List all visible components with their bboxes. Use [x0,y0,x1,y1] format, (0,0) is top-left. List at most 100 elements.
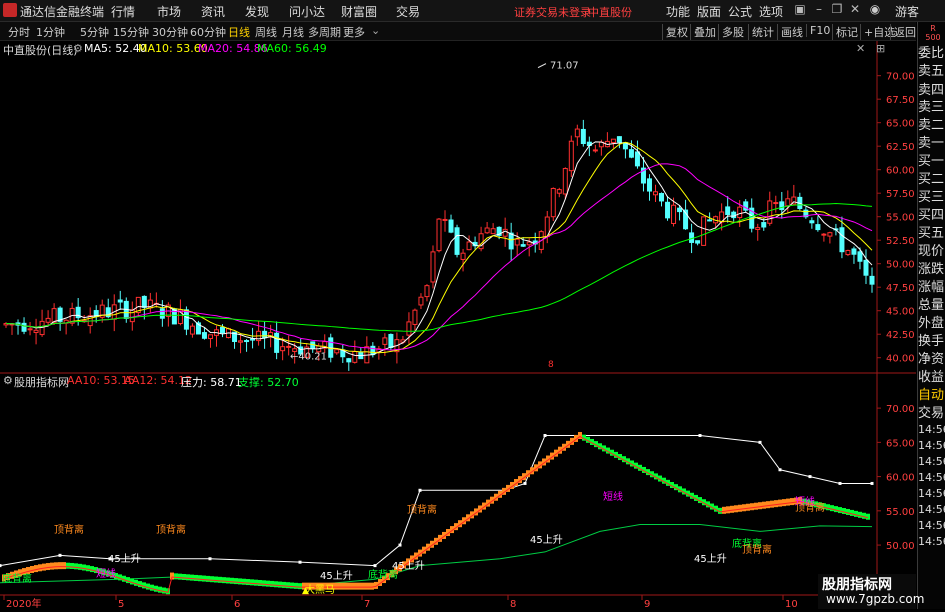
tool-back[interactable]: 返回 [890,24,916,40]
period-weekly[interactable]: 周线 [255,24,277,40]
menu-item-quotes[interactable]: 行情 [111,3,135,20]
side-item-2[interactable]: 卖四 [918,83,945,99]
menu-item-discover[interactable]: 发现 [245,3,269,20]
side-item-13[interactable]: 涨幅 [918,280,945,296]
side-item-10[interactable]: 买五 [918,226,945,242]
indicator-bar [214,576,218,583]
close-icon[interactable]: ✕ [848,2,862,16]
indicator-bar [866,513,870,520]
period-1min[interactable]: 1分钟 [36,24,65,40]
menu-item-assistant[interactable]: 问小达 [289,3,325,20]
side-item-25[interactable]: 14:56 [918,486,945,502]
kline-chart-svg[interactable]: 40.00 42.50 45.00 47.50 50.00 52.50 55.00 57.50… [0,41,916,610]
stock-legend: 中直股份(日线) [3,44,78,57]
side-item-4[interactable]: 卖二 [918,118,945,134]
indicator-bar [142,582,146,589]
side-item-19[interactable]: 自动 [918,388,945,404]
indicator-label: 大黑马 [305,583,335,596]
period-monthly[interactable]: 月线 [282,24,304,40]
side-item-18[interactable]: 收益 [918,370,945,386]
period-more[interactable]: 更多 [343,24,365,40]
indicator-bar [258,579,262,586]
side-item-1[interactable]: 卖五 [918,64,945,80]
period-5min[interactable]: 5分钟 [80,24,109,40]
menu-item-function[interactable]: 功能 [666,3,690,20]
side-item-26[interactable]: 14:56 [918,502,945,518]
side-item-11[interactable]: 现价 [918,244,945,260]
side-item-14[interactable]: 总量 [918,298,945,314]
title-bar: 通达信金融终端 行情 市场 资讯 发现 问小达 财富圈 交易 证券交易未登录 中… [0,0,945,22]
side-item-16[interactable]: 换手 [918,334,945,350]
menu-item-formula[interactable]: 公式 [728,3,752,20]
pressure-dot [418,488,422,492]
menu-item-options[interactable]: 选项 [759,3,783,20]
legend-gear-icon[interactable]: ⚙ [73,42,83,55]
tool-mark[interactable]: 标记 [832,24,858,40]
side-item-27[interactable]: 14:56 [918,518,945,534]
indicator-bar [730,505,734,513]
legend-support: 支撑: 52.70 [238,376,299,389]
side-item-7[interactable]: 买二 [918,172,945,188]
side-item-12[interactable]: 涨跌 [918,262,945,278]
period-multi[interactable]: 多周期 [308,24,341,40]
tool-overlay[interactable]: 叠加 [690,24,716,40]
side-item-5[interactable]: 卖一 [918,136,945,152]
menu-item-market[interactable]: 市场 [157,3,181,20]
panel-maximize-icon[interactable]: ⊞ [876,42,885,55]
side-item-23[interactable]: 14:56 [918,454,945,470]
indicator-gear-icon[interactable]: ⚙ [3,374,13,387]
menu-item-wealth-circle[interactable]: 财富圈 [341,3,377,20]
candle-body [520,244,526,247]
side-item-21[interactable]: 14:56 [918,422,945,438]
candle-body [839,227,845,253]
indicator-label: 顶背离 [795,501,825,514]
side-item-17[interactable]: 净资 [918,352,945,368]
side-item-28[interactable]: 14:56 [918,534,945,550]
indicator-bar [82,564,86,571]
menu-item-news[interactable]: 资讯 [201,3,225,20]
side-item-3[interactable]: 卖三 [918,100,945,116]
period-30min[interactable]: 30分钟 [152,24,188,40]
candle-body [821,233,827,236]
indicator-bar [834,506,838,513]
user-icon[interactable]: ◉ [868,2,882,16]
period-60min[interactable]: 60分钟 [190,24,226,40]
skin-icon[interactable]: ▣ [793,2,807,16]
indicator-bar [206,575,210,582]
side-item-9[interactable]: 买四 [918,208,945,224]
tool-f10[interactable]: F10 [806,24,830,37]
panel-close-icon[interactable]: ✕ [856,42,865,55]
login-notice[interactable]: 证券交易未登录 [514,4,591,20]
minimize-icon[interactable]: – [812,2,826,16]
indicator-bar [750,503,754,511]
chart-area[interactable]: 40.00 42.50 45.00 47.50 50.00 52.50 55.00 57.50… [0,41,916,610]
guest-label[interactable]: 游客 [895,3,919,20]
tool-multi-stock[interactable]: 多股 [718,24,744,40]
tool-draw[interactable]: 画线 [777,24,803,40]
period-15min[interactable]: 15分钟 [113,24,149,40]
tool-stats[interactable]: 统计 [748,24,774,40]
x-tick-label: 9 [644,599,650,609]
more-chevron-icon[interactable]: ⌄ [371,24,380,37]
candle-body [592,149,598,152]
high-marker-line [537,63,547,69]
menu-item-trade[interactable]: 交易 [396,3,420,20]
side-item-24[interactable]: 14:56 [918,470,945,486]
side-item-15[interactable]: 外盘 [918,316,945,332]
side-item-0[interactable]: 委比 [918,46,945,62]
indicator-label: 顶背离 [156,523,186,536]
side-item-6[interactable]: 买一 [918,154,945,170]
side-item-20[interactable]: 交易 [918,406,945,422]
indicator-bar [354,582,358,590]
indicator-bar [178,573,182,580]
restore-icon[interactable]: ❐ [830,2,844,16]
candle-body [634,151,640,167]
indicator-bar [70,562,74,569]
indicator-bar [146,583,150,590]
menu-item-layout[interactable]: 版面 [697,3,721,20]
period-daily[interactable]: 日线 [228,24,250,40]
side-item-8[interactable]: 买三 [918,190,945,206]
period-intraday[interactable]: 分时 [8,24,30,40]
tool-adjust[interactable]: 复权 [662,24,688,40]
side-item-22[interactable]: 14:56 [918,438,945,454]
